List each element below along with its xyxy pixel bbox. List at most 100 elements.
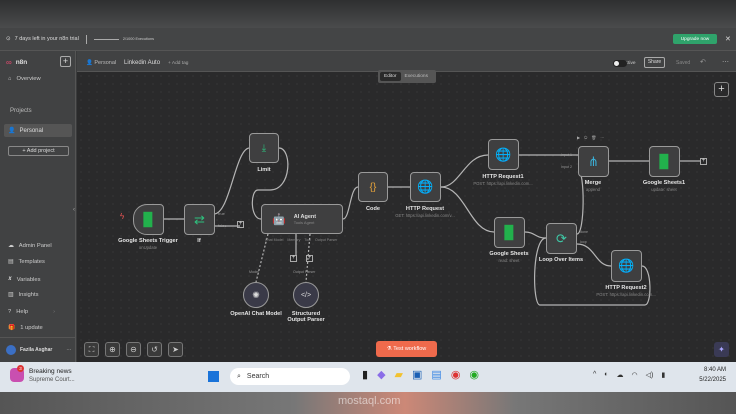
user-menu[interactable]: Fazila Asghar ⋯ <box>6 345 71 355</box>
news-widget-icon[interactable]: 3 <box>10 365 24 382</box>
label: Insights <box>18 292 39 298</box>
add-next-node-button[interactable]: + <box>700 158 707 165</box>
globe-icon: 🌐 <box>618 258 635 273</box>
project-breadcrumb[interactable]: 👤 Personal <box>86 60 116 66</box>
app-tray-icon[interactable]: ◐ <box>604 371 608 379</box>
add-connection-button[interactable]: + <box>237 221 244 228</box>
add-tag-link[interactable]: + Add tag <box>168 61 188 66</box>
clock-time[interactable]: 8:40 AM <box>684 367 726 373</box>
variables-icon: 𝒙 <box>8 276 12 282</box>
label: Personal <box>19 127 44 134</box>
user-icon: 👤 <box>8 128 16 134</box>
chrome-icon[interactable]: ◉ <box>469 368 479 381</box>
chrome-icon[interactable]: ◉ <box>451 368 461 381</box>
play-icon[interactable]: ▶ <box>577 135 580 140</box>
sidebar-item-update[interactable]: 🎁 1 update <box>8 325 43 331</box>
workflow-canvas[interactable]: + ϟ ▉ Google Sheets Trigger onUpdate ⇄ I… <box>77 72 736 362</box>
undo-icon[interactable]: ↶ <box>700 58 706 66</box>
volume-icon[interactable]: ◁) <box>646 371 654 379</box>
node-google-sheets1[interactable]: ▉ <box>649 146 680 177</box>
tab-executions[interactable]: Executions <box>403 72 430 81</box>
add-project-button[interactable]: + Add project <box>8 146 69 156</box>
upgrade-button[interactable]: Upgrade now <box>673 34 717 44</box>
node-subtitle: GET: https://api.linkedin.com/v... <box>395 213 455 218</box>
label: Help <box>16 309 29 315</box>
copilot-icon[interactable]: ◆ <box>377 368 385 381</box>
input-2: Input 2 <box>561 165 572 169</box>
create-button[interactable]: + <box>60 56 71 67</box>
app-icon[interactable]: ▮ <box>362 368 368 381</box>
google-sheets-icon: ▉ <box>659 153 670 169</box>
share-button[interactable]: Share <box>644 57 665 68</box>
more-icon[interactable]: ⋯ <box>66 347 71 353</box>
node-label: Google Sheets1 <box>642 180 686 186</box>
node-subtitle: POST: https://api.linkedin.com... <box>473 181 533 186</box>
sidebar-item-overview[interactable]: ⌂ Overview <box>8 76 41 82</box>
cloud-icon[interactable]: ☁ <box>617 371 624 379</box>
fit-view-button[interactable]: ⛶ <box>84 342 99 357</box>
collapse-sidebar-icon[interactable]: ‹ <box>73 207 75 213</box>
sidebar-item-insights[interactable]: ▥ Insights <box>8 292 38 298</box>
node-if[interactable]: ⇄ <box>184 204 215 235</box>
windows-start-icon[interactable] <box>207 370 220 383</box>
port-output-parser: Output Parser <box>314 238 338 242</box>
agent-ports: Chat Model Memory Tool Output Parser <box>265 238 337 242</box>
sidebar-item-templates[interactable]: ▤ Templates <box>8 259 45 265</box>
node-structured-output-parser[interactable]: </> <box>293 282 319 308</box>
node-http-request2[interactable]: 🌐 <box>611 250 642 282</box>
node-subtitle: Tools Agent <box>293 219 315 225</box>
chevron-up-icon[interactable]: ^ <box>593 371 596 379</box>
templates-icon: ▤ <box>8 259 14 265</box>
news-title[interactable]: Breaking news <box>29 368 72 375</box>
pointer-tool-button[interactable]: ➤ <box>168 342 183 357</box>
bottom-band: mostaql.com <box>0 392 736 414</box>
taskbar-search[interactable]: ⌕ Search <box>230 368 350 385</box>
battery-icon[interactable]: ▮ <box>661 371 665 379</box>
trash-icon[interactable]: 🗑 <box>591 135 596 140</box>
node-google-sheets-trigger[interactable]: ▉ <box>133 204 164 235</box>
store-icon[interactable]: ▣ <box>412 368 422 381</box>
label: Personal <box>94 60 117 66</box>
power-icon[interactable]: ⏻ <box>584 135 587 140</box>
news-subtitle[interactable]: Supreme Court... <box>29 377 75 383</box>
zoom-out-button[interactable]: ⊖ <box>126 342 141 357</box>
node-http-request1[interactable]: 🌐 <box>488 139 519 170</box>
tab-editor[interactable]: Editor <box>380 72 401 81</box>
trial-banner: ⊙ 7 days left in your n8n trial 2/1000 E… <box>0 28 736 51</box>
more-icon[interactable]: ⋯ <box>600 135 604 140</box>
node-limit[interactable]: ⤓ <box>249 133 279 163</box>
node-ai-agent[interactable]: 🤖 AI Agent Tools Agent <box>261 204 343 234</box>
test-workflow-button[interactable]: ⚗ Test workflow <box>376 341 437 357</box>
loop-icon: ⟳ <box>556 230 567 246</box>
node-code[interactable]: {} <box>358 172 388 202</box>
node-merge[interactable]: ⋔ <box>578 146 609 177</box>
more-options-icon[interactable]: ⋯ <box>722 58 729 66</box>
sidebar-item-help[interactable]: ? Help › <box>8 309 55 315</box>
node-http-request[interactable]: 🌐 <box>410 172 441 202</box>
active-toggle[interactable] <box>613 60 627 67</box>
clock-date[interactable]: 5/22/2025 <box>684 377 726 383</box>
chevron-right-icon: › <box>53 309 56 315</box>
notepad-icon[interactable]: ▤ <box>431 368 441 381</box>
ai-assistant-button[interactable]: ✦ <box>714 342 729 357</box>
clock-icon: ⊙ <box>6 36 11 42</box>
close-banner-icon[interactable]: ✕ <box>725 35 731 43</box>
port-label: Model <box>249 270 259 274</box>
add-node-button[interactable]: + <box>714 82 729 97</box>
reset-zoom-button[interactable]: ↺ <box>147 342 162 357</box>
node-subtitle: POST: https://api.linkedin.com... <box>596 292 656 297</box>
saved-status: Saved <box>676 60 691 66</box>
add-memory-button[interactable]: + <box>290 255 297 262</box>
zoom-in-button[interactable]: ⊕ <box>105 342 120 357</box>
node-openai-chat-model[interactable]: ✺ <box>243 282 269 308</box>
sidebar-item-personal[interactable]: 👤 Personal <box>4 124 72 137</box>
sidebar-item-variables[interactable]: 𝒙 Variables <box>8 276 40 283</box>
add-tool-button[interactable]: + <box>306 255 313 262</box>
sidebar-item-admin-panel[interactable]: ☁ Admin Panel <box>8 243 52 249</box>
gift-icon: 🎁 <box>8 325 16 331</box>
wifi-icon[interactable]: ◠ <box>632 371 638 379</box>
node-loop-over-items[interactable]: ⟳ <box>546 223 577 254</box>
file-explorer-icon[interactable]: ▰ <box>395 368 403 381</box>
node-google-sheets[interactable]: ▉ <box>494 217 525 248</box>
workflow-name[interactable]: Linkedin Auto <box>124 60 160 66</box>
